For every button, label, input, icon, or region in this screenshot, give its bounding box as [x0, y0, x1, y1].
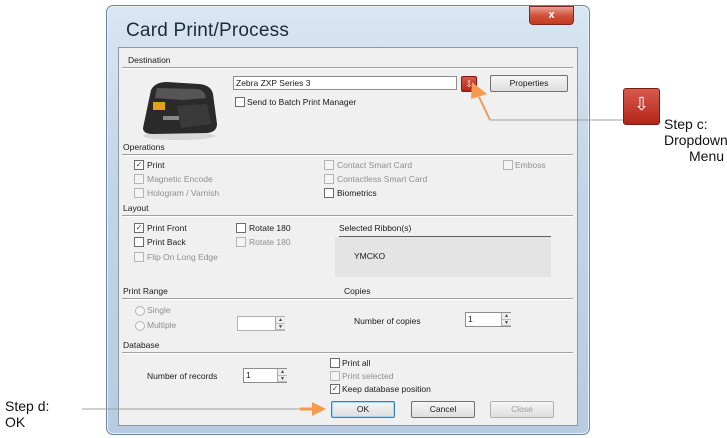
arrow-down-icon: ⇩ — [633, 94, 650, 114]
step-c-line1: Step c: — [664, 116, 708, 132]
step-c-line2: Dropdown — [664, 132, 727, 148]
step-d-line1: Step d: — [5, 398, 50, 414]
dropdown-callout-icon: ⇩ — [623, 88, 660, 125]
annotation-arrows — [82, 82, 652, 416]
step-c-line3: Menu — [689, 148, 725, 164]
step-d-line2: OK — [5, 414, 26, 430]
